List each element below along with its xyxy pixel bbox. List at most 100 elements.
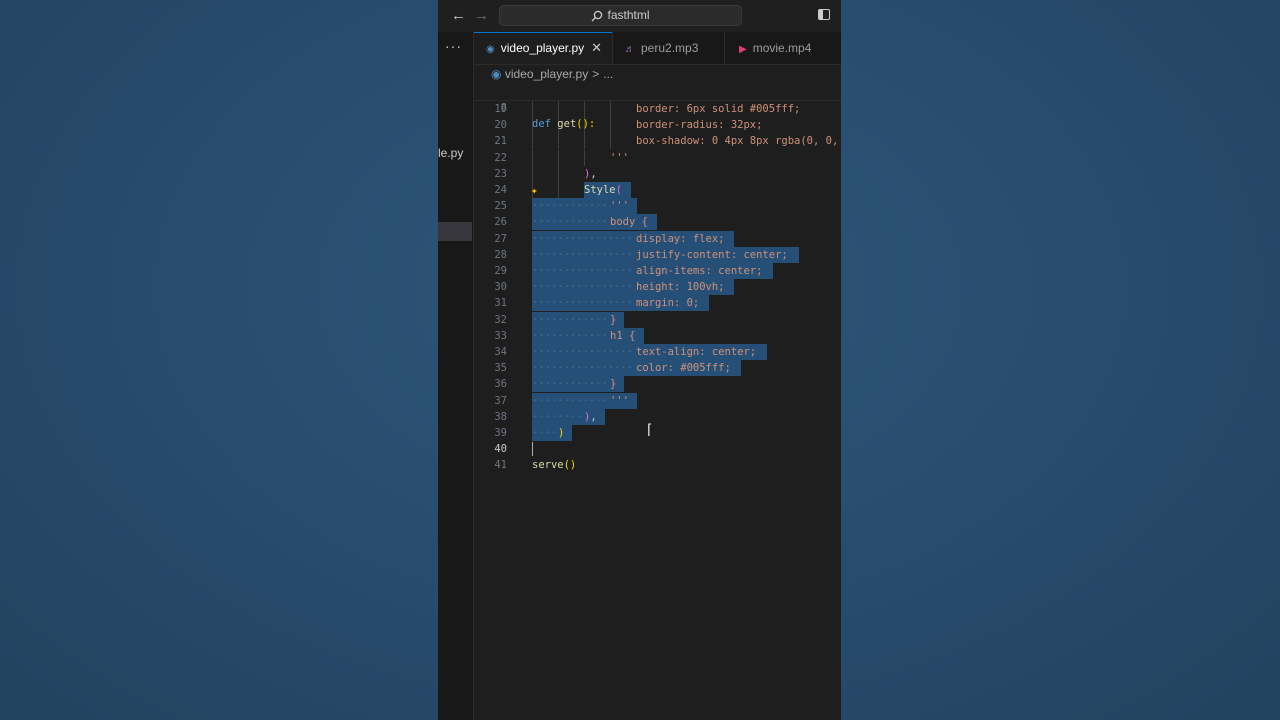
whitespace-marker: ············ — [532, 394, 608, 407]
arrow-right-icon[interactable]: → — [474, 7, 489, 25]
text-caret — [532, 442, 533, 457]
text-cursor-icon: ⌈ — [645, 422, 654, 438]
indent-guide — [558, 149, 559, 166]
indent-guide — [558, 101, 559, 117]
whitespace-marker: ············ — [532, 200, 608, 213]
title-bar: ← → fasthtml — [438, 0, 841, 32]
whitespace-marker: ···· — [532, 427, 558, 439]
code-text: serve() — [532, 459, 577, 472]
code-line[interactable]: 29 ················ align-items: center; — [474, 263, 841, 279]
explorer-file-item[interactable]: le.py — [438, 146, 463, 160]
code-line[interactable]: 20 border-radius: 32px; — [474, 117, 841, 134]
code-line[interactable]: 36 ············} — [474, 376, 841, 393]
whitespace-marker: ················ — [532, 248, 634, 261]
code-line[interactable]: 24 Style(✦ — [474, 182, 841, 198]
code-line[interactable]: 41 serve() — [474, 457, 841, 473]
line-number: 33 — [494, 329, 507, 342]
code-line[interactable]: 21 box-shadow: 0 4px 8px rgba(0, 0, — [474, 133, 841, 150]
arrow-left-icon[interactable]: ← — [451, 7, 466, 25]
python-file-icon: ◉ — [486, 44, 495, 55]
code-line[interactable]: 33 ············ h1 { — [474, 327, 841, 344]
line-number: 32 — [494, 313, 507, 326]
indent-guide — [610, 101, 611, 117]
whitespace-marker: ················ — [532, 281, 634, 294]
code-line[interactable]: 22 ''' — [474, 149, 841, 166]
search-icon — [592, 10, 603, 22]
tab-label: video_player.py — [500, 41, 585, 55]
line-number: 31 — [494, 297, 507, 310]
code-line[interactable]: 40 — [474, 441, 841, 457]
code-line[interactable]: 34 ················ text-align: center; — [474, 344, 841, 360]
command-center-label: fasthtml — [607, 8, 650, 22]
code-line[interactable]: 37 ············ ''' — [474, 392, 841, 409]
code-text: color: #005fff; — [636, 362, 731, 375]
tab-video-player[interactable]: ◉ video_player.py ✕ — [474, 32, 612, 64]
code-line[interactable]: 31 ················ margin: 0; — [474, 295, 841, 312]
breadcrumb-more[interactable]: ... — [603, 67, 613, 81]
whitespace-marker: ················ — [532, 297, 634, 310]
code-line[interactable]: 39 ····) — [474, 425, 841, 441]
code-line[interactable]: 27 ················ display: flex; — [474, 230, 841, 247]
audio-file-icon: ♬ — [625, 44, 635, 55]
indent-guide — [610, 117, 611, 134]
line-number: 23 — [494, 167, 507, 180]
whitespace-marker: ········ — [532, 410, 583, 423]
code-text: ) — [558, 427, 565, 439]
indent-guide — [584, 149, 585, 166]
breadcrumb-file[interactable]: video_player.py — [505, 67, 588, 81]
line-number: 36 — [494, 378, 507, 391]
editor-tabs: ◉ video_player.py ✕ ♬ peru2.mp3 ▶ movie.mp4 — [474, 32, 841, 65]
line-number: 24 — [494, 184, 507, 196]
tab-label: peru2.mp3 — [641, 41, 699, 55]
whitespace-marker: ············ — [532, 216, 608, 229]
whitespace-marker: ············ — [532, 378, 608, 391]
line-number: 27 — [494, 232, 507, 245]
tab-label: movie.mp4 — [752, 41, 812, 55]
code-line[interactable]: 26 ············ body { — [474, 214, 841, 231]
code-line[interactable]: 28 ················ justify-content: cente… — [474, 246, 841, 263]
code-text: ''' — [610, 200, 629, 213]
code-line[interactable]: 32 ············} — [474, 311, 841, 328]
indent-guide — [610, 133, 611, 150]
command-center-search[interactable]: fasthtml — [499, 5, 742, 26]
code-text: ), — [584, 167, 597, 180]
video-file-icon: ▶ — [739, 44, 747, 55]
tab-peru2[interactable]: ♬ peru2.mp3 — [612, 32, 724, 64]
keyword: def — [532, 118, 551, 130]
sticky-scroll-header[interactable]: 8 def get(): — [474, 84, 841, 130]
code-text: ''' — [610, 394, 629, 407]
sparkle-icon[interactable]: ✦ — [531, 183, 538, 199]
indent-guide — [532, 101, 533, 117]
line-number: 39 — [494, 427, 507, 439]
code-line[interactable]: 35 ················ color: #005fff; — [474, 360, 841, 377]
code-editor[interactable]: 8 def get(): 19 border: 6px solid #005fff… — [474, 84, 841, 720]
code-line[interactable]: 23), — [474, 165, 841, 182]
code-line[interactable]: 19 border: 6px solid #005fff; — [474, 101, 841, 117]
tab-movie[interactable]: ▶ movie.mp4 — [724, 32, 824, 64]
code-text: height: 100vh; — [636, 281, 725, 294]
code-text: ), — [584, 410, 597, 423]
indent-guide — [532, 133, 533, 150]
code-text: box-shadow: 0 4px 8px rgba(0, 0, — [636, 135, 839, 148]
code-text: text-align: center; — [636, 346, 757, 358]
indent-guide — [558, 133, 559, 150]
breadcrumb-separator: > — [592, 67, 600, 81]
code-text: } — [610, 378, 617, 391]
indent-guide — [532, 165, 533, 182]
indent-guide — [532, 149, 533, 166]
line-number: 22 — [494, 151, 507, 164]
code-line[interactable]: 25 ············ ''' — [474, 198, 841, 215]
code-line[interactable]: 38 ········), — [474, 408, 841, 425]
indent-guide — [558, 182, 559, 198]
more-actions-icon[interactable]: ··· — [445, 38, 462, 54]
close-icon[interactable]: ✕ — [591, 33, 602, 63]
code-line[interactable]: 30 ················ height: 100vh; — [474, 279, 841, 296]
whitespace-marker: ············ — [532, 329, 608, 342]
line-number: 25 — [494, 200, 507, 213]
line-number: 40 — [494, 443, 507, 456]
code-text: margin: 0; — [636, 297, 700, 310]
line-number: 41 — [494, 459, 507, 472]
toggle-sidebar-icon[interactable] — [818, 9, 830, 20]
indent-guide — [584, 133, 585, 150]
line-number: 37 — [494, 394, 507, 407]
